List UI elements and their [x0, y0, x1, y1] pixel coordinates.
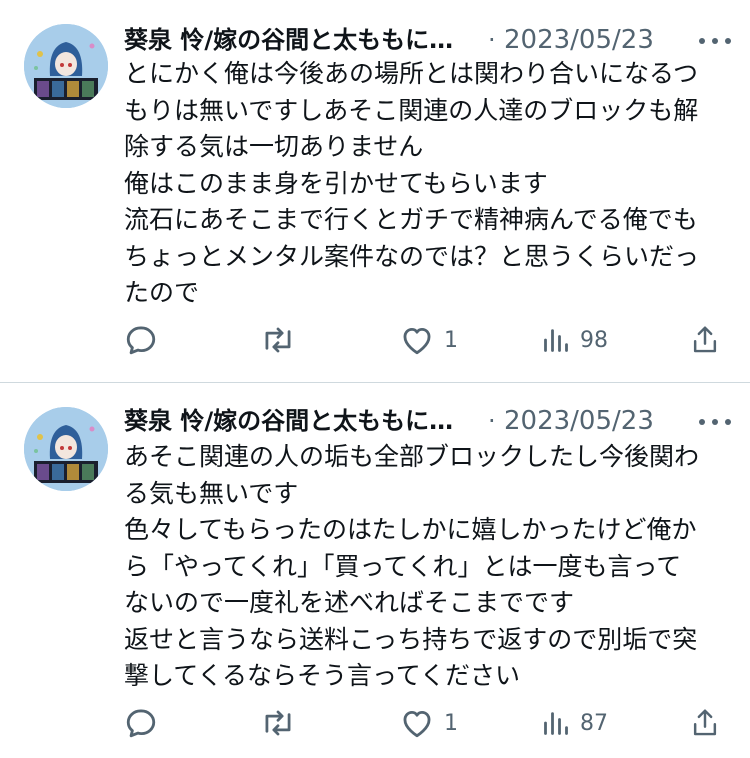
tweet-line: ら「やってくれ」「買ってくれ」とは一度も言って — [124, 551, 682, 581]
share-icon — [690, 707, 720, 739]
tweet-line: る気も無いです — [124, 478, 299, 508]
tweet-date[interactable]: 2023/05/23 — [504, 401, 654, 441]
tweet-actions: 1 98 — [124, 320, 734, 360]
heart-icon — [400, 707, 434, 739]
reply-button[interactable] — [124, 703, 158, 743]
tweet-line: 色々してもらったのはたしかに嬉しかったけど俺か — [124, 515, 697, 544]
share-button[interactable] — [690, 703, 720, 743]
tweet-line: ないので一度礼を述べればそこまでです — [124, 588, 575, 617]
like-button[interactable]: 1 — [400, 320, 458, 360]
like-count: 1 — [444, 710, 458, 736]
tweet-line: 除する気は一切ありません — [124, 132, 424, 161]
avatar[interactable] — [24, 24, 108, 108]
tweet-date[interactable]: 2023/05/23 — [504, 20, 654, 60]
views-icon — [542, 709, 570, 737]
separator: · — [488, 26, 496, 54]
retweet-icon — [260, 706, 296, 740]
views-button[interactable]: 98 — [542, 320, 608, 360]
more-icon[interactable] — [690, 413, 740, 431]
more-icon[interactable] — [690, 32, 740, 50]
separator: · — [488, 407, 496, 435]
tweet-actions: 1 87 — [124, 703, 734, 743]
share-icon — [690, 324, 720, 356]
tweet-line: 流石にあそこまで行くとガチで精神病んでる俺でも — [124, 205, 698, 234]
share-button[interactable] — [690, 320, 720, 360]
tweet-line: もりは無いですしあそこ関連の人達のブロックも解 — [124, 95, 699, 125]
retweet-button[interactable] — [260, 320, 296, 360]
tweet-line: とにかく俺は今後あの場所とは関わり合いになるつ — [124, 59, 699, 88]
reply-icon — [124, 323, 158, 357]
tweet-line: ちょっとメンタル案件なのでは？と思うくらいだっ — [124, 241, 700, 271]
tweet-line: たので — [124, 278, 200, 307]
views-button[interactable]: 87 — [542, 703, 608, 743]
tweet-header: 葵泉 怜/嫁の谷間と太ももに… · 2023/05/23 — [124, 401, 750, 441]
author-name[interactable]: 葵泉 怜/嫁の谷間と太ももに… — [124, 20, 453, 60]
retweet-button[interactable] — [260, 703, 296, 743]
author-name[interactable]: 葵泉 怜/嫁の谷間と太ももに… — [124, 401, 453, 441]
views-icon — [542, 326, 570, 354]
like-button[interactable]: 1 — [400, 703, 458, 743]
view-count: 98 — [580, 327, 608, 353]
reply-button[interactable] — [124, 320, 158, 360]
tweet-text: あそこ関連の人の垢も全部ブロックしたし今後関わ る気も無いです色々してもらったのは… — [124, 439, 734, 695]
reply-icon — [124, 706, 158, 740]
avatar[interactable] — [24, 407, 108, 491]
tweet-line: あそこ関連の人の垢も全部ブロックしたし今後関わ — [124, 442, 700, 471]
tweet-line: 俺はこのまま身を引かせてもらいます — [124, 168, 548, 198]
tweet[interactable]: 葵泉 怜/嫁の谷間と太ももに… · 2023/05/23 とにかく俺は今後あの場… — [0, 0, 750, 382]
heart-icon — [400, 324, 434, 356]
tweet-header: 葵泉 怜/嫁の谷間と太ももに… · 2023/05/23 — [124, 20, 750, 60]
tweet-text: とにかく俺は今後あの場所とは関わり合いになるつ もりは無いですしあそこ関連の人達の… — [124, 56, 734, 312]
view-count: 87 — [580, 710, 608, 736]
tweet-line: 撃してくるならそう言ってください — [124, 661, 521, 690]
tweet-line: 返せと言うなら送料こっち持ちで返すので別垢で突 — [124, 624, 698, 654]
tweet[interactable]: 葵泉 怜/嫁の谷間と太ももに… · 2023/05/23 あそこ関連の人の垢も全… — [0, 383, 750, 758]
like-count: 1 — [444, 327, 458, 353]
retweet-icon — [260, 323, 296, 357]
